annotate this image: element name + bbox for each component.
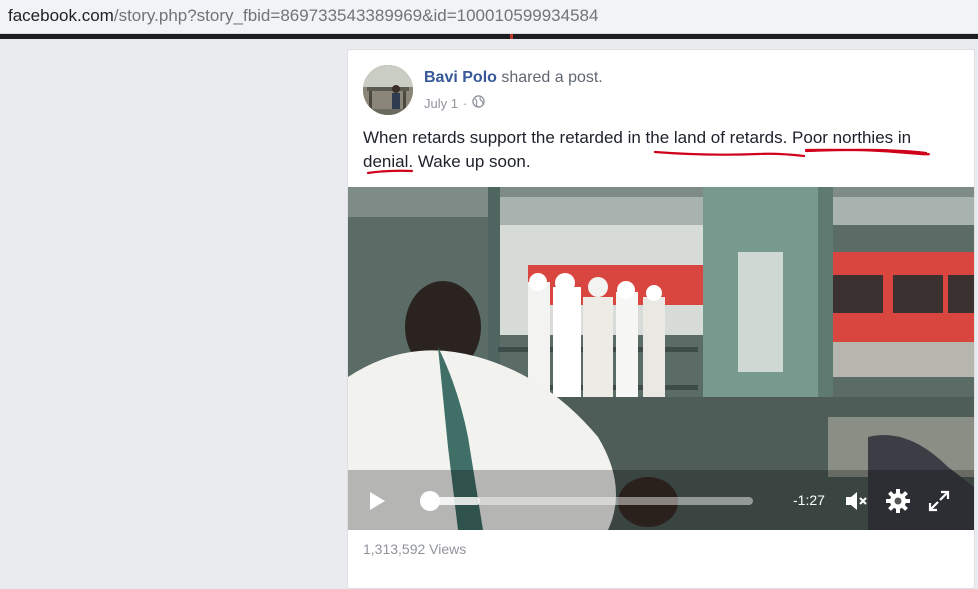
url-domain: facebook.com: [8, 6, 114, 25]
progress-scrubber[interactable]: [419, 491, 440, 511]
settings-icon[interactable]: [885, 488, 911, 514]
meta-separator: ·: [462, 95, 468, 111]
underlined-phrase-1: the land of retards: [645, 128, 783, 147]
video-player[interactable]: -1:27: [348, 187, 974, 530]
globe-icon[interactable]: [472, 95, 486, 111]
post-text: When retards support the retarded in the…: [363, 128, 912, 171]
fullscreen-icon[interactable]: [926, 488, 952, 514]
video-progress-track[interactable]: [420, 497, 753, 505]
mute-icon[interactable]: [843, 488, 869, 514]
post-card: Bavi Polo shared a post. July 1 · When r…: [347, 49, 975, 589]
view-count: 1,313,592 Views: [363, 541, 467, 557]
post-action: shared a post.: [496, 69, 603, 86]
video-controls: -1:27: [348, 470, 974, 530]
avatar[interactable]: [363, 65, 413, 115]
play-icon[interactable]: [366, 490, 388, 512]
author-name[interactable]: Bavi Polo: [424, 69, 497, 86]
url-path: /story.php?story_fbid=869733543389969&id…: [113, 6, 599, 25]
post-meta: July 1 ·: [424, 95, 486, 111]
page-top-strip: [0, 34, 978, 39]
post-header: Bavi Polo shared a post.: [424, 69, 603, 87]
post-date[interactable]: July 1: [424, 96, 458, 111]
time-remaining: -1:27: [793, 492, 825, 508]
address-bar[interactable]: facebook.com/story.php?story_fbid=869733…: [0, 0, 978, 34]
url-text[interactable]: facebook.com/story.php?story_fbid=869733…: [8, 6, 598, 26]
